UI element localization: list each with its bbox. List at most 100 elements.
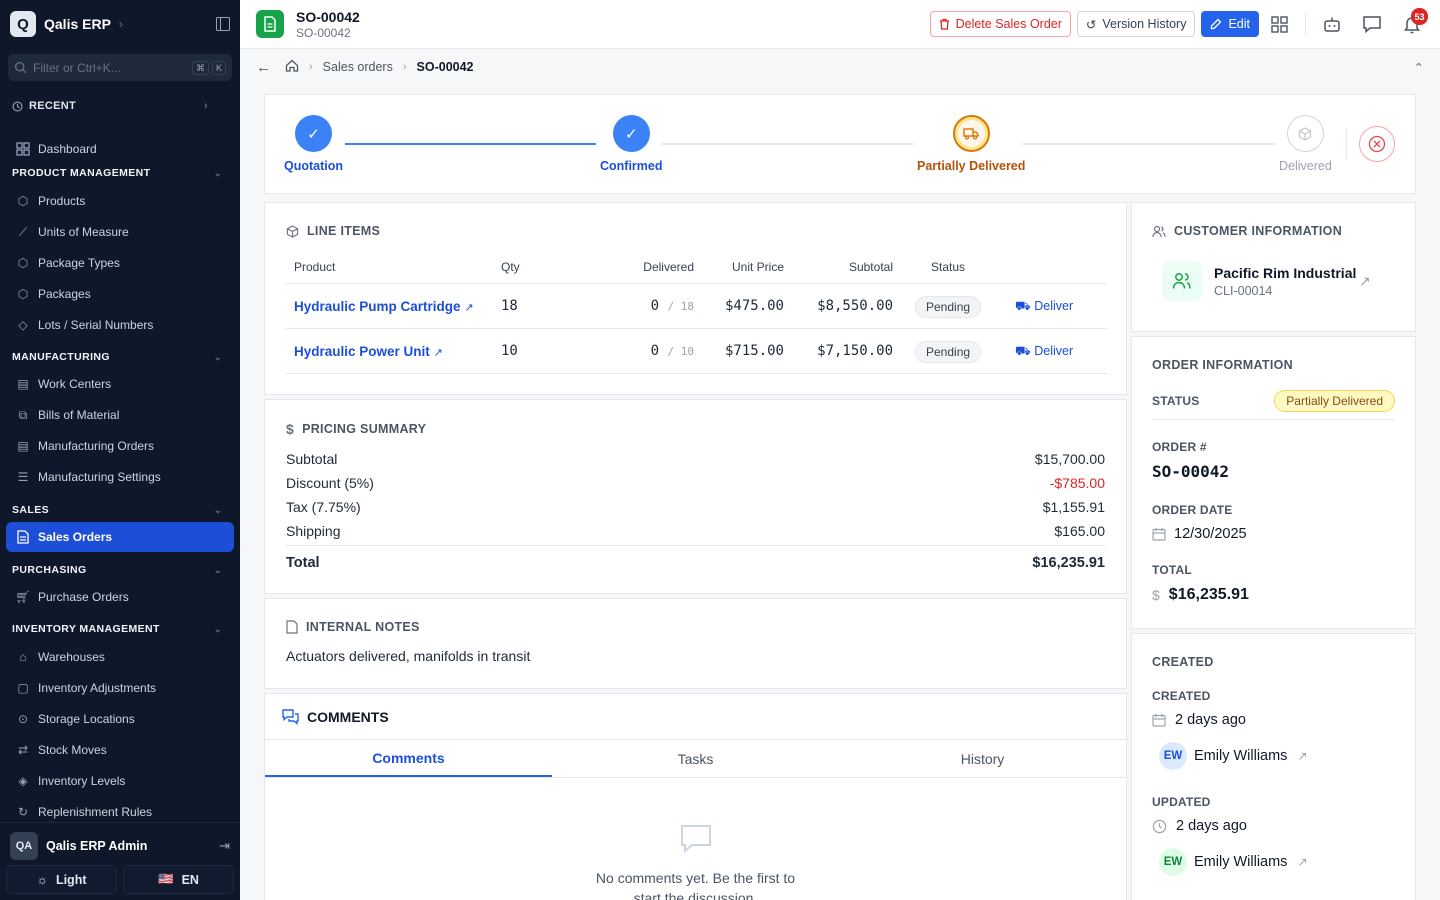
edit-button[interactable]: Edit bbox=[1201, 11, 1259, 37]
sidebar-item-label: Products bbox=[38, 194, 86, 208]
version-history-button[interactable]: ↺ Version History bbox=[1076, 11, 1196, 37]
internal-notes-title: INTERNAL NOTES bbox=[286, 620, 420, 634]
sidebar-footer: QA Qalis ERP Admin ⇥ ☼ Light 🇺🇸 EN bbox=[0, 822, 240, 900]
back-arrow-icon[interactable]: ← bbox=[256, 59, 271, 76]
sidebar-item-bills-of-material[interactable]: ⧉ Bills of Material bbox=[0, 402, 240, 428]
bell-icon[interactable]: 53 bbox=[1392, 4, 1432, 44]
sidebar-item-warehouses[interactable]: ⌂ Warehouses bbox=[0, 644, 240, 670]
deliver-button[interactable]: ⛟ Deliver bbox=[993, 327, 1107, 374]
tab-history[interactable]: History bbox=[839, 740, 1126, 777]
chevron-down-icon: ⌄ bbox=[214, 504, 222, 515]
sidebar-item-label: Manufacturing Settings bbox=[38, 470, 161, 484]
pricing-summary-title: $ PRICING SUMMARY bbox=[286, 421, 426, 437]
chevron-up-icon[interactable]: ⌃ bbox=[1414, 60, 1424, 75]
cancel-order-button[interactable] bbox=[1359, 126, 1395, 162]
sidebar-item-label: Stock Moves bbox=[38, 743, 107, 757]
total-value: $16,235.91 bbox=[1032, 555, 1105, 571]
subtotal-cell: $7,150.00 bbox=[784, 327, 893, 374]
status-stepper: ✓ Quotation ✓ Confirmed Partially Delive… bbox=[264, 94, 1416, 194]
created-by: EW Emily Williams ↗ bbox=[1159, 742, 1308, 770]
external-link-icon[interactable]: ↗ bbox=[1297, 855, 1307, 869]
section-purchasing[interactable]: PURCHASING ⌄ bbox=[0, 562, 240, 578]
external-link-icon[interactable]: ↗ bbox=[464, 302, 473, 314]
table-row: Hydraulic Power Unit ↗ 10 0 / 10 $715.00… bbox=[286, 327, 1107, 374]
section-product-management[interactable]: PRODUCT MANAGEMENT ⌄ bbox=[0, 165, 240, 181]
avatar: EW bbox=[1159, 848, 1187, 876]
step-quotation[interactable]: ✓ Quotation bbox=[284, 115, 343, 173]
trash-icon bbox=[939, 18, 949, 30]
external-link-icon[interactable]: ↗ bbox=[1359, 273, 1371, 290]
sidebar-item-dashboard[interactable]: Dashboard bbox=[0, 136, 240, 162]
edit-label: Edit bbox=[1228, 17, 1250, 31]
step-label: Quotation bbox=[284, 159, 344, 173]
shortcut-hint: ⌘ K bbox=[191, 60, 226, 75]
warehouse-icon: ⌂ bbox=[19, 650, 27, 664]
step-partially-delivered[interactable]: Partially Delivered bbox=[917, 115, 1025, 173]
section-sales[interactable]: SALES ⌄ bbox=[0, 502, 240, 518]
sidebar-item-purchase-orders[interactable]: 🛒︎ Purchase Orders bbox=[0, 584, 240, 610]
brand-name[interactable]: Qalis ERP bbox=[44, 16, 111, 32]
app-logo[interactable]: Q bbox=[10, 11, 36, 37]
status-row: STATUS Partially Delivered bbox=[1152, 383, 1395, 420]
sidebar-item-stock-moves[interactable]: ⇄ Stock Moves bbox=[0, 737, 240, 763]
logout-icon[interactable]: ⇥ bbox=[219, 838, 230, 854]
tab-comments[interactable]: Comments bbox=[265, 740, 552, 777]
sidebar-item-work-centers[interactable]: ▤ Work Centers bbox=[0, 371, 240, 397]
line-items-title: LINE ITEMS bbox=[286, 224, 380, 238]
sidebar-item-manufacturing-orders[interactable]: ▤ Manufacturing Orders bbox=[0, 433, 240, 459]
pricing-summary-card: $ PRICING SUMMARY Subtotal $15,700.00 Dis… bbox=[264, 399, 1127, 594]
updated-by-name[interactable]: Emily Williams bbox=[1194, 854, 1287, 870]
external-link-icon[interactable]: ↗ bbox=[1297, 749, 1307, 763]
user-menu[interactable]: QA Qalis ERP Admin ⇥ bbox=[0, 827, 240, 865]
customer-info-title: CUSTOMER INFORMATION bbox=[1152, 224, 1342, 238]
sidebar-item-sales-orders[interactable]: Sales Orders bbox=[6, 522, 234, 552]
deliver-button[interactable]: ⛟ Deliver bbox=[993, 282, 1107, 328]
status-badge: Partially Delivered bbox=[1274, 390, 1395, 412]
collapse-sidebar-icon[interactable] bbox=[216, 17, 230, 31]
ruler-icon: ⟋ bbox=[18, 224, 28, 239]
sidebar-item-label: Inventory Adjustments bbox=[38, 681, 157, 695]
sidebar-item-products[interactable]: ⬡ Products bbox=[0, 188, 240, 214]
sidebar-item-inventory-adjustments[interactable]: ▢ Inventory Adjustments bbox=[0, 675, 240, 701]
product-link[interactable]: Hydraulic Pump Cartridge bbox=[294, 299, 461, 314]
sidebar-item-lots-serial-numbers[interactable]: ◇ Lots / Serial Numbers bbox=[0, 312, 240, 338]
delete-sales-order-button[interactable]: Delete Sales Order bbox=[929, 11, 1071, 37]
customer-name[interactable]: Pacific Rim Industrial bbox=[1214, 265, 1356, 281]
section-manufacturing[interactable]: MANUFACTURING ⌄ bbox=[0, 349, 240, 365]
tab-tasks[interactable]: Tasks bbox=[552, 740, 839, 777]
sidebar-item-package-types[interactable]: ⬡ Package Types bbox=[0, 250, 240, 276]
recent-label: RECENT bbox=[29, 100, 77, 112]
breadcrumb-sales-orders[interactable]: Sales orders bbox=[323, 60, 393, 74]
product-link[interactable]: Hydraulic Power Unit bbox=[294, 344, 430, 359]
sidebar-item-manufacturing-settings[interactable]: ☰ Manufacturing Settings bbox=[0, 464, 240, 490]
empty-message: No comments yet. Be the first to bbox=[595, 870, 796, 886]
sidebar-item-storage-locations[interactable]: ⊙ Storage Locations bbox=[0, 706, 240, 732]
chat-bubble-icon bbox=[680, 825, 711, 854]
flag-icon: 🇺🇸 bbox=[158, 872, 174, 886]
robot-icon[interactable] bbox=[1312, 4, 1352, 44]
recent-toggle[interactable]: RECENT › bbox=[0, 96, 240, 116]
comments-tabs: Comments Tasks History bbox=[265, 739, 1126, 778]
external-link-icon[interactable]: ↗ bbox=[434, 347, 443, 359]
chevron-right-icon[interactable]: › bbox=[119, 17, 123, 31]
page-subtitle: SO-00042 bbox=[296, 25, 351, 40]
theme-toggle-button[interactable]: ☼ Light bbox=[6, 865, 117, 894]
step-delivered[interactable]: Delivered bbox=[1279, 115, 1332, 173]
hierarchy-icon: ⧉ bbox=[18, 407, 28, 422]
card-title-label: PRICING SUMMARY bbox=[302, 422, 427, 436]
sidebar-item-inventory-levels[interactable]: ◈ Inventory Levels bbox=[0, 768, 240, 794]
sidebar-filter-input[interactable]: Filter or Ctrl+K... ⌘ K bbox=[8, 54, 232, 81]
order-info-title: ORDER INFORMATION bbox=[1152, 358, 1293, 372]
created-by-name[interactable]: Emily Williams bbox=[1194, 748, 1287, 764]
line-items-card: LINE ITEMS Product Qty Delivered Unit Pr… bbox=[264, 202, 1127, 395]
language-button[interactable]: 🇺🇸 EN bbox=[123, 865, 234, 894]
apps-grid-icon[interactable] bbox=[1259, 4, 1299, 44]
step-confirmed[interactable]: ✓ Confirmed bbox=[600, 115, 663, 173]
sidebar-item-packages[interactable]: ⬡ Packages bbox=[0, 281, 240, 307]
section-inventory-management[interactable]: INVENTORY MANAGEMENT ⌄ bbox=[0, 621, 240, 637]
chat-icon[interactable] bbox=[1352, 4, 1392, 44]
order-info-card: ORDER INFORMATION STATUS Partially Deliv… bbox=[1131, 336, 1416, 629]
sidebar-item-units-of-measure[interactable]: ⟋ Units of Measure bbox=[0, 219, 240, 245]
home-icon[interactable] bbox=[285, 59, 299, 75]
delivered-of: / 18 bbox=[667, 299, 695, 313]
